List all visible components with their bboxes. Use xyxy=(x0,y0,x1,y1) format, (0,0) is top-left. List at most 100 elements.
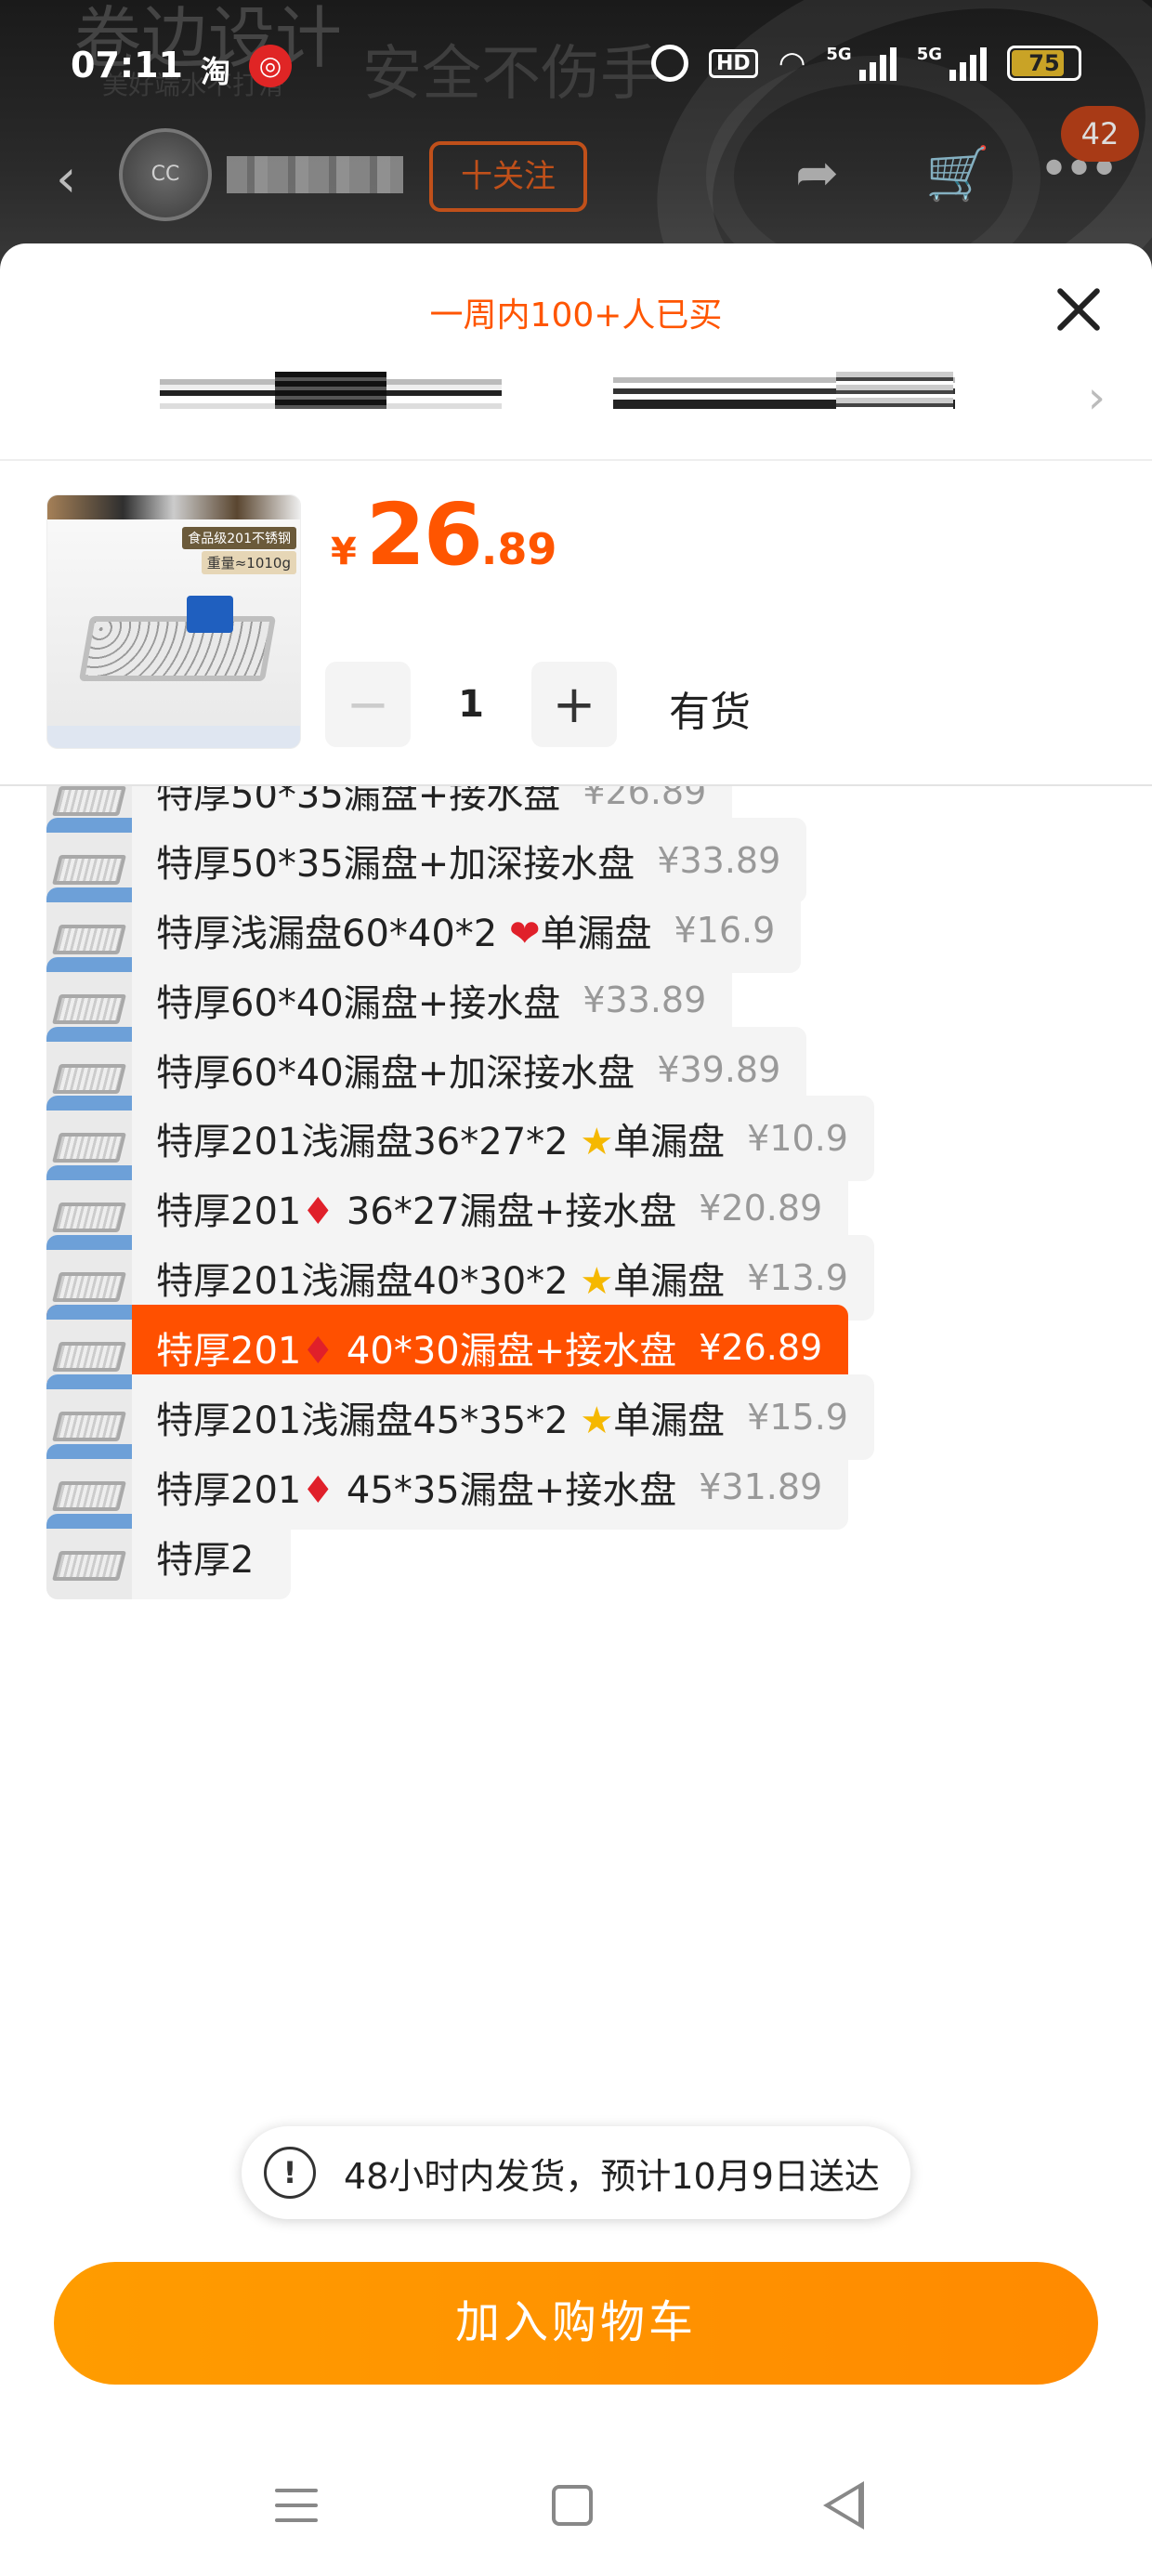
divider xyxy=(0,459,1152,461)
cart-icon[interactable]: 🛒 xyxy=(925,143,990,204)
option-price: ¥15.9 xyxy=(747,1397,848,1438)
option-label-text: 特厚201 xyxy=(156,1190,302,1233)
hd-voice-icon: HD xyxy=(709,48,758,78)
info-icon: ! xyxy=(264,2147,316,2199)
star-icon: ★ xyxy=(580,1260,614,1303)
option-label-text: 特厚2 xyxy=(156,1539,255,1582)
add-to-cart-button[interactable]: 加入购物车 xyxy=(54,2262,1098,2385)
currency-symbol: ¥ xyxy=(331,531,357,573)
option-label-text: 单漏盘 xyxy=(613,1260,726,1303)
home-icon[interactable] xyxy=(552,2485,593,2526)
option-label-text: 单漏盘 xyxy=(613,1400,726,1442)
diamond-icon: ♦ xyxy=(301,1190,335,1233)
price-decimal: .89 xyxy=(480,524,557,574)
sales-promo: 一周内100+人已买 xyxy=(429,296,723,335)
option-label: 特厚60*40漏盘+接水盘 xyxy=(132,973,560,1027)
option-label: 特厚201♦ 36*27漏盘+接水盘 xyxy=(132,1181,676,1235)
option-label: 特厚201浅漏盘40*30*2 ★单漏盘 xyxy=(132,1251,725,1305)
option-label-text: 特厚201 xyxy=(156,1469,302,1512)
spec-strip xyxy=(47,726,300,748)
option-label: 特厚201浅漏盘36*27*2 ★单漏盘 xyxy=(132,1111,725,1165)
option-label-text: 特厚201浅漏盘40*30*2 xyxy=(156,1260,581,1303)
background-page: 卷边设计 安全不伤手 美好端水不打滑 07:11 淘 ◎ HD ◠ 5G 5G … xyxy=(0,0,1152,279)
option-label-text: 36*27漏盘+接水盘 xyxy=(334,1190,677,1233)
option-price: ¥39.89 xyxy=(657,1049,781,1090)
price: ¥ 26 .89 xyxy=(331,485,556,585)
option-label-text: 单漏盘 xyxy=(613,1121,726,1163)
battery-percent: 75 xyxy=(1028,50,1060,76)
chevron-right-icon[interactable]: › xyxy=(1088,372,1106,424)
option-label: 特厚2 xyxy=(132,1530,291,1584)
option-label-text: 40*30漏盘+接水盘 xyxy=(334,1330,677,1373)
diamond-icon: ♦ xyxy=(301,1330,335,1373)
option-label: 特厚201♦ 40*30漏盘+接水盘 xyxy=(132,1321,676,1374)
increase-quantity-button[interactable]: + xyxy=(531,662,617,747)
product-tag xyxy=(187,596,233,633)
recents-icon[interactable] xyxy=(275,2489,318,2526)
option-price: ¥16.9 xyxy=(674,910,776,951)
close-icon[interactable] xyxy=(1046,277,1111,342)
battery-icon: 75 xyxy=(1007,46,1081,81)
sku-selector-sheet: 一周内100+人已买 › 食品级201不锈钢 重量≈1010g ¥ 26 .89… xyxy=(0,243,1152,2576)
option-label: 特厚浅漏盘60*40*2 ❤单漏盘 xyxy=(132,903,651,957)
option-label: 特厚50*35漏盘+接水盘 xyxy=(132,786,560,819)
option-label-text: 特厚50*35漏盘+加深接水盘 xyxy=(156,843,635,886)
option-price: ¥31.89 xyxy=(699,1466,823,1507)
option-label-text: 特厚201浅漏盘36*27*2 xyxy=(156,1121,581,1163)
cart-count-badge: 42 xyxy=(1061,106,1139,162)
alarm-icon xyxy=(651,45,689,82)
option-label-text: 特厚浅漏盘60*40*2 xyxy=(156,913,509,955)
signal-icon xyxy=(858,46,897,81)
decrease-quantity-button[interactable]: − xyxy=(325,662,411,747)
option-label: 特厚60*40漏盘+加深接水盘 xyxy=(132,1043,635,1097)
back-icon[interactable] xyxy=(823,2481,864,2530)
delivery-toast: ! 48小时内发货，预计10月9日送达 xyxy=(242,2126,910,2219)
image-label: 重量≈1010g xyxy=(201,551,296,574)
network-type: 5G xyxy=(916,45,942,64)
stock-status: 有货 xyxy=(669,689,751,736)
heart-icon: ❤ xyxy=(508,913,541,955)
signal-icon xyxy=(949,46,987,81)
system-nav-bar xyxy=(0,2453,1152,2556)
shop-name-blurred xyxy=(227,156,403,193)
option-price: ¥26.89 xyxy=(583,786,707,812)
taobao-notification-icon: 淘 xyxy=(201,54,231,89)
option-label-text: 45*35漏盘+接水盘 xyxy=(334,1469,677,1512)
price-integer: 26 xyxy=(365,485,483,585)
toast-text: 48小时内发货，预计10月9日送达 xyxy=(344,2155,880,2197)
option-price: ¥20.89 xyxy=(699,1188,823,1229)
quantity-stepper: − 1 + xyxy=(325,662,617,747)
option-price: ¥10.9 xyxy=(747,1118,848,1159)
diamond-icon: ♦ xyxy=(301,1469,335,1512)
option-label-text: 特厚201 xyxy=(156,1330,302,1373)
option-price: ¥13.9 xyxy=(747,1257,848,1298)
status-bar: 07:11 淘 ◎ HD ◠ 5G 5G 75 xyxy=(0,37,1152,102)
variant-thumbnail[interactable] xyxy=(160,372,502,409)
variant-thumbnail[interactable] xyxy=(613,372,955,409)
back-arrow-icon[interactable]: ‹ xyxy=(56,149,76,209)
follow-button[interactable]: 十关注 xyxy=(429,141,587,212)
option-price: ¥33.89 xyxy=(583,979,707,1020)
shop-logo[interactable]: CC xyxy=(119,128,212,221)
option-label-text: 特厚60*40漏盘+接水盘 xyxy=(156,982,561,1025)
option-label-text: 特厚201浅漏盘45*35*2 xyxy=(156,1400,581,1442)
sku-option[interactable]: 特厚2 xyxy=(46,1514,292,1599)
network-type: 5G xyxy=(826,45,852,64)
option-price: ¥26.89 xyxy=(699,1327,823,1368)
share-icon[interactable]: ➦ xyxy=(795,143,839,204)
wifi-icon: ◠ xyxy=(778,45,806,82)
option-thumbnail xyxy=(46,1514,132,1599)
option-label: 特厚201♦ 45*35漏盘+接水盘 xyxy=(132,1460,676,1514)
option-label: 特厚50*35漏盘+加深接水盘 xyxy=(132,834,635,887)
quantity-value[interactable]: 1 xyxy=(411,683,531,726)
option-price: ¥33.89 xyxy=(657,840,781,881)
option-label-text: 特厚60*40漏盘+加深接水盘 xyxy=(156,1052,635,1095)
option-label: 特厚201浅漏盘45*35*2 ★单漏盘 xyxy=(132,1390,725,1444)
shop-header: ‹ CC 十关注 ➦ 🛒 ••• 42 xyxy=(0,106,1152,223)
option-label-text: 特厚50*35漏盘+接水盘 xyxy=(156,786,561,817)
tray-illustration xyxy=(78,616,277,681)
star-icon: ★ xyxy=(580,1121,614,1163)
variant-thumbnail-strip: › xyxy=(0,372,1152,437)
product-image[interactable]: 食品级201不锈钢 重量≈1010g xyxy=(46,494,301,749)
clock: 07:11 xyxy=(71,45,183,85)
